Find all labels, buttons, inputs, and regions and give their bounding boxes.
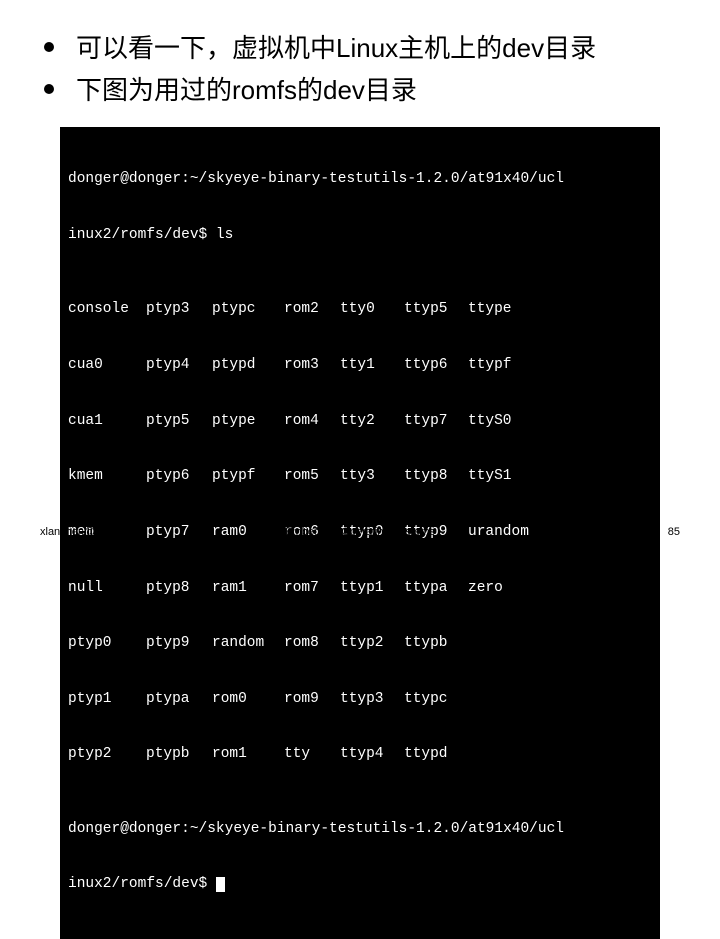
ls-cell: ptyp3 (146, 300, 212, 319)
bullet-list: 可以看一下，虚拟机中Linux主机上的dev目录 下图为用过的romfs的dev… (40, 30, 680, 109)
ls-cell: rom8 (284, 634, 340, 653)
ls-cell: ttyS1 (468, 467, 512, 486)
ls-cell: ptypf (212, 467, 284, 486)
bullet-dot-icon (44, 84, 54, 94)
ls-cell: ptype (212, 412, 284, 431)
ls-row: cua0 ptyp4 ptypd rom3 tty1 ttyp6 ttypf (68, 356, 652, 375)
ls-cell: ttyp8 (404, 467, 468, 486)
ls-cell: ttypa (404, 579, 468, 598)
ls-row: console ptyp3 ptypc rom2 tty0 ttyp5 ttyp… (68, 300, 652, 319)
terminal-prompt-tail: inux2/romfs/dev$ (68, 876, 216, 892)
ls-cell: ptypa (146, 690, 212, 709)
bullet-text: 下图为用过的romfs的dev目录 (76, 75, 417, 105)
ls-cell: tty0 (340, 300, 404, 319)
ls-cell: ttyp5 (404, 300, 468, 319)
ls-cell: cua0 (68, 356, 146, 375)
ls-row: ptyp1 ptypa rom0 rom9 ttyp3 ttypc (68, 690, 652, 709)
ls-cell: ptypd (212, 356, 284, 375)
ls-row: null ptyp8 ram1 rom7 ttyp1 ttypa zero (68, 579, 652, 598)
ls-cell: ttyS0 (468, 412, 512, 431)
bullet-item: 可以看一下，虚拟机中Linux主机上的dev目录 (40, 30, 680, 68)
ls-cell: ptyp5 (146, 412, 212, 431)
ls-cell: cua1 (68, 412, 146, 431)
bullet-dot-icon (44, 42, 54, 52)
ls-cell: ttyp4 (340, 745, 404, 764)
ls-cell: ptyp4 (146, 356, 212, 375)
ls-cell: rom9 (284, 690, 340, 709)
ls-cell: ttyp1 (340, 579, 404, 598)
ls-row: ptyp0 ptyp9 random rom8 ttyp2 ttypb (68, 634, 652, 653)
ls-cell: ttyp7 (404, 412, 468, 431)
ls-cell: ttyp2 (340, 634, 404, 653)
ls-cell: random (212, 634, 284, 653)
ls-row: cua1 ptyp5 ptype rom4 tty2 ttyp7 ttyS0 (68, 412, 652, 431)
ls-cell: tty1 (340, 356, 404, 375)
terminal-line: inux2/romfs/dev$ ls (68, 226, 652, 245)
ls-cell: ptyp9 (146, 634, 212, 653)
terminal-line: donger@donger:~/skyeye-binary-testutils-… (68, 820, 652, 839)
ls-cell: ptypc (212, 300, 284, 319)
slide-body: 可以看一下，虚拟机中Linux主机上的dev目录 下图为用过的romfs的dev… (0, 0, 720, 939)
ls-cell: ttypf (468, 356, 512, 375)
ls-row: ptyp2 ptypb rom1 tty ttyp4 ttypd (68, 745, 652, 764)
ls-cell: rom5 (284, 467, 340, 486)
ls-cell: rom4 (284, 412, 340, 431)
ls-cell: ttypc (404, 690, 468, 709)
ls-cell: kmem (68, 467, 146, 486)
ls-cell: ptypb (146, 745, 212, 764)
ls-cell: ptyp6 (146, 467, 212, 486)
ls-cell: ttype (468, 300, 512, 319)
bullet-text: 可以看一下，虚拟机中Linux主机上的dev目录 (76, 33, 596, 63)
ls-cell: null (68, 579, 146, 598)
ls-cell: console (68, 300, 146, 319)
footer-title: Embedded Operating Systems (0, 526, 720, 538)
ls-cell: ptyp1 (68, 690, 146, 709)
cursor-icon (216, 877, 225, 892)
ls-cell: tty2 (340, 412, 404, 431)
ls-cell: ptyp2 (68, 745, 146, 764)
ls-cell: rom7 (284, 579, 340, 598)
ls-cell: zero (468, 579, 503, 598)
ls-cell: ptyp0 (68, 634, 146, 653)
ls-cell: rom1 (212, 745, 284, 764)
ls-cell: tty (284, 745, 340, 764)
ls-cell: rom0 (212, 690, 284, 709)
ls-cell: rom2 (284, 300, 340, 319)
footer-page-number: 85 (668, 526, 680, 538)
ls-cell: ttypb (404, 634, 468, 653)
ls-cell: tty3 (340, 467, 404, 486)
ls-cell: ttypd (404, 745, 468, 764)
ls-cell: rom3 (284, 356, 340, 375)
ls-row: kmem ptyp6 ptypf rom5 tty3 ttyp8 ttyS1 (68, 467, 652, 486)
ls-cell: ptyp8 (146, 579, 212, 598)
ls-cell: ram1 (212, 579, 284, 598)
terminal-line: donger@donger:~/skyeye-binary-testutils-… (68, 170, 652, 189)
bullet-item: 下图为用过的romfs的dev目录 (40, 72, 680, 110)
ls-cell: ttyp6 (404, 356, 468, 375)
terminal-line: inux2/romfs/dev$ (68, 875, 652, 894)
ls-cell: ttyp3 (340, 690, 404, 709)
